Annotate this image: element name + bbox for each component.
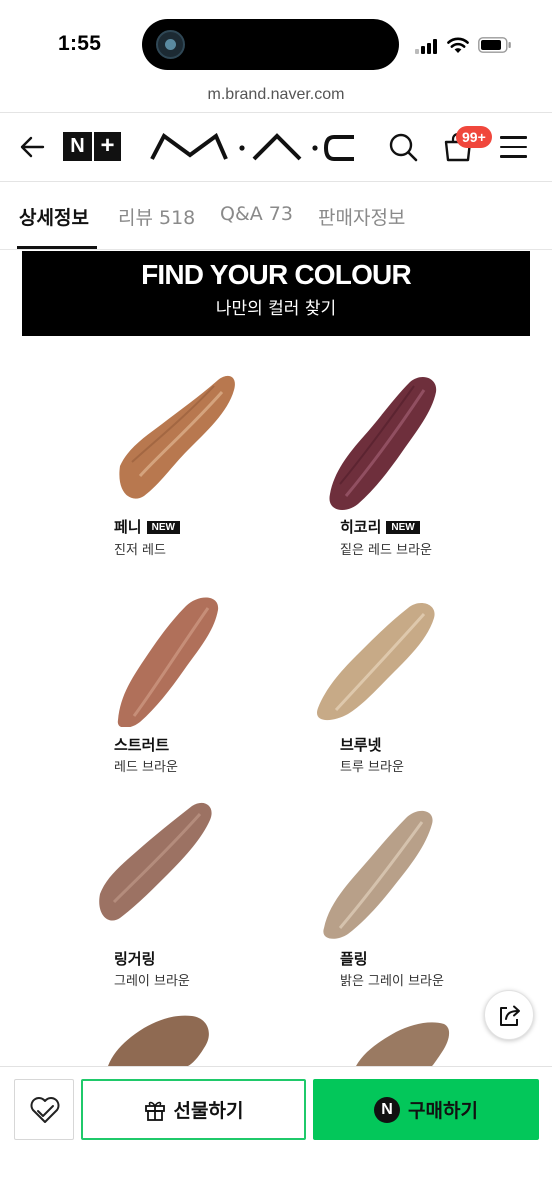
status-bar: 1:55 <box>0 0 552 86</box>
browser-url[interactable]: m.brand.naver.com <box>0 86 552 110</box>
back-arrow-icon[interactable] <box>18 133 46 161</box>
swatch-name-text: 페니 <box>114 518 142 536</box>
swatch-name: 링거링 <box>114 948 155 969</box>
tab-seller-info[interactable]: 판매자정보 <box>318 203 405 230</box>
hamburger-menu-icon[interactable] <box>500 135 527 159</box>
swatch-description: 트루 브라운 <box>340 760 404 775</box>
naver-plus-logo[interactable]: N + <box>63 132 121 161</box>
share-button[interactable] <box>484 990 534 1040</box>
nplus-plus: + <box>94 132 121 161</box>
tab-reviews[interactable]: 리뷰 518 <box>118 203 195 230</box>
shade-swatch-image <box>356 1022 450 1066</box>
shade-swatch-image <box>329 377 437 510</box>
heart-check-icon <box>30 1097 60 1123</box>
shade-swatch-image <box>99 802 212 921</box>
swatch-name: 페니 NEW <box>114 516 180 537</box>
swatch-name: 히코리 NEW <box>340 516 420 537</box>
swatch-description: 그레이 브라운 <box>114 974 190 989</box>
gift-button[interactable]: 선물하기 <box>81 1079 306 1140</box>
shade-swatch-image <box>119 375 235 499</box>
dynamic-island <box>142 19 399 70</box>
wifi-icon <box>447 37 469 53</box>
tab-qna[interactable]: Q&A 73 <box>220 203 293 225</box>
find-your-colour-banner: FIND YOUR COLOUR 나만의 컬러 찾기 <box>22 251 530 336</box>
swatch-name: 스트러트 <box>114 734 169 755</box>
product-tabs: 상세정보 리뷰 518 Q&A 73 판매자정보 <box>0 182 552 250</box>
camera-icon <box>156 30 185 59</box>
swatch-description: 짙은 레드 브라운 <box>340 543 432 558</box>
tab-details[interactable]: 상세정보 <box>19 203 89 230</box>
cart-count-badge: 99+ <box>456 126 492 148</box>
shade-swatch-image <box>323 810 433 939</box>
battery-icon <box>478 37 511 53</box>
gift-label: 선물하기 <box>173 1100 244 1122</box>
swatch-description: 진저 레드 <box>114 543 166 558</box>
share-icon <box>500 1005 520 1026</box>
banner-title: FIND YOUR COLOUR <box>141 259 412 290</box>
swatch-description: 레드 브라운 <box>114 760 178 775</box>
nplus-n: N <box>63 132 92 161</box>
new-badge: NEW <box>386 521 420 534</box>
active-tab-indicator <box>17 246 97 249</box>
naver-pay-icon: N <box>374 1096 401 1123</box>
status-time: 1:55 <box>58 32 102 55</box>
swatch-name-text: 링거링 <box>114 950 156 968</box>
swatch-name-text: 플링 <box>340 950 368 968</box>
store-header: N + 99+ <box>0 113 552 181</box>
wishlist-button[interactable] <box>14 1079 74 1140</box>
shade-swatch-image <box>117 597 219 727</box>
cellular-signal-icon <box>415 38 439 54</box>
swatch-name: 플링 <box>340 948 368 969</box>
new-badge: NEW <box>146 521 180 534</box>
shade-swatch-image <box>316 603 435 721</box>
swatch-description: 밝은 그레이 브라운 <box>340 974 444 989</box>
shade-swatch-grid: 페니 NEW 진저 레드 히코리 NEW 짙은 레드 브라운 스트러트 레드 브라운… <box>0 336 552 1066</box>
swatch-name-text: 브루넷 <box>340 736 382 754</box>
gift-icon <box>144 1101 165 1121</box>
swatch-name-text: 스트러트 <box>114 736 170 754</box>
buy-label: 구매하기 <box>408 1100 478 1122</box>
buy-button[interactable]: N 구매하기 <box>313 1079 539 1140</box>
banner-subtitle: 나만의 컬러 찾기 <box>215 299 337 319</box>
swatch-name-text: 히코리 <box>340 518 382 536</box>
shade-swatch-image <box>108 1015 209 1066</box>
swatch-name: 브루넷 <box>340 734 381 755</box>
bottom-action-bar: 선물하기 N 구매하기 <box>0 1066 552 1200</box>
mac-brand-logo[interactable] <box>150 133 356 161</box>
search-icon[interactable] <box>388 132 418 162</box>
